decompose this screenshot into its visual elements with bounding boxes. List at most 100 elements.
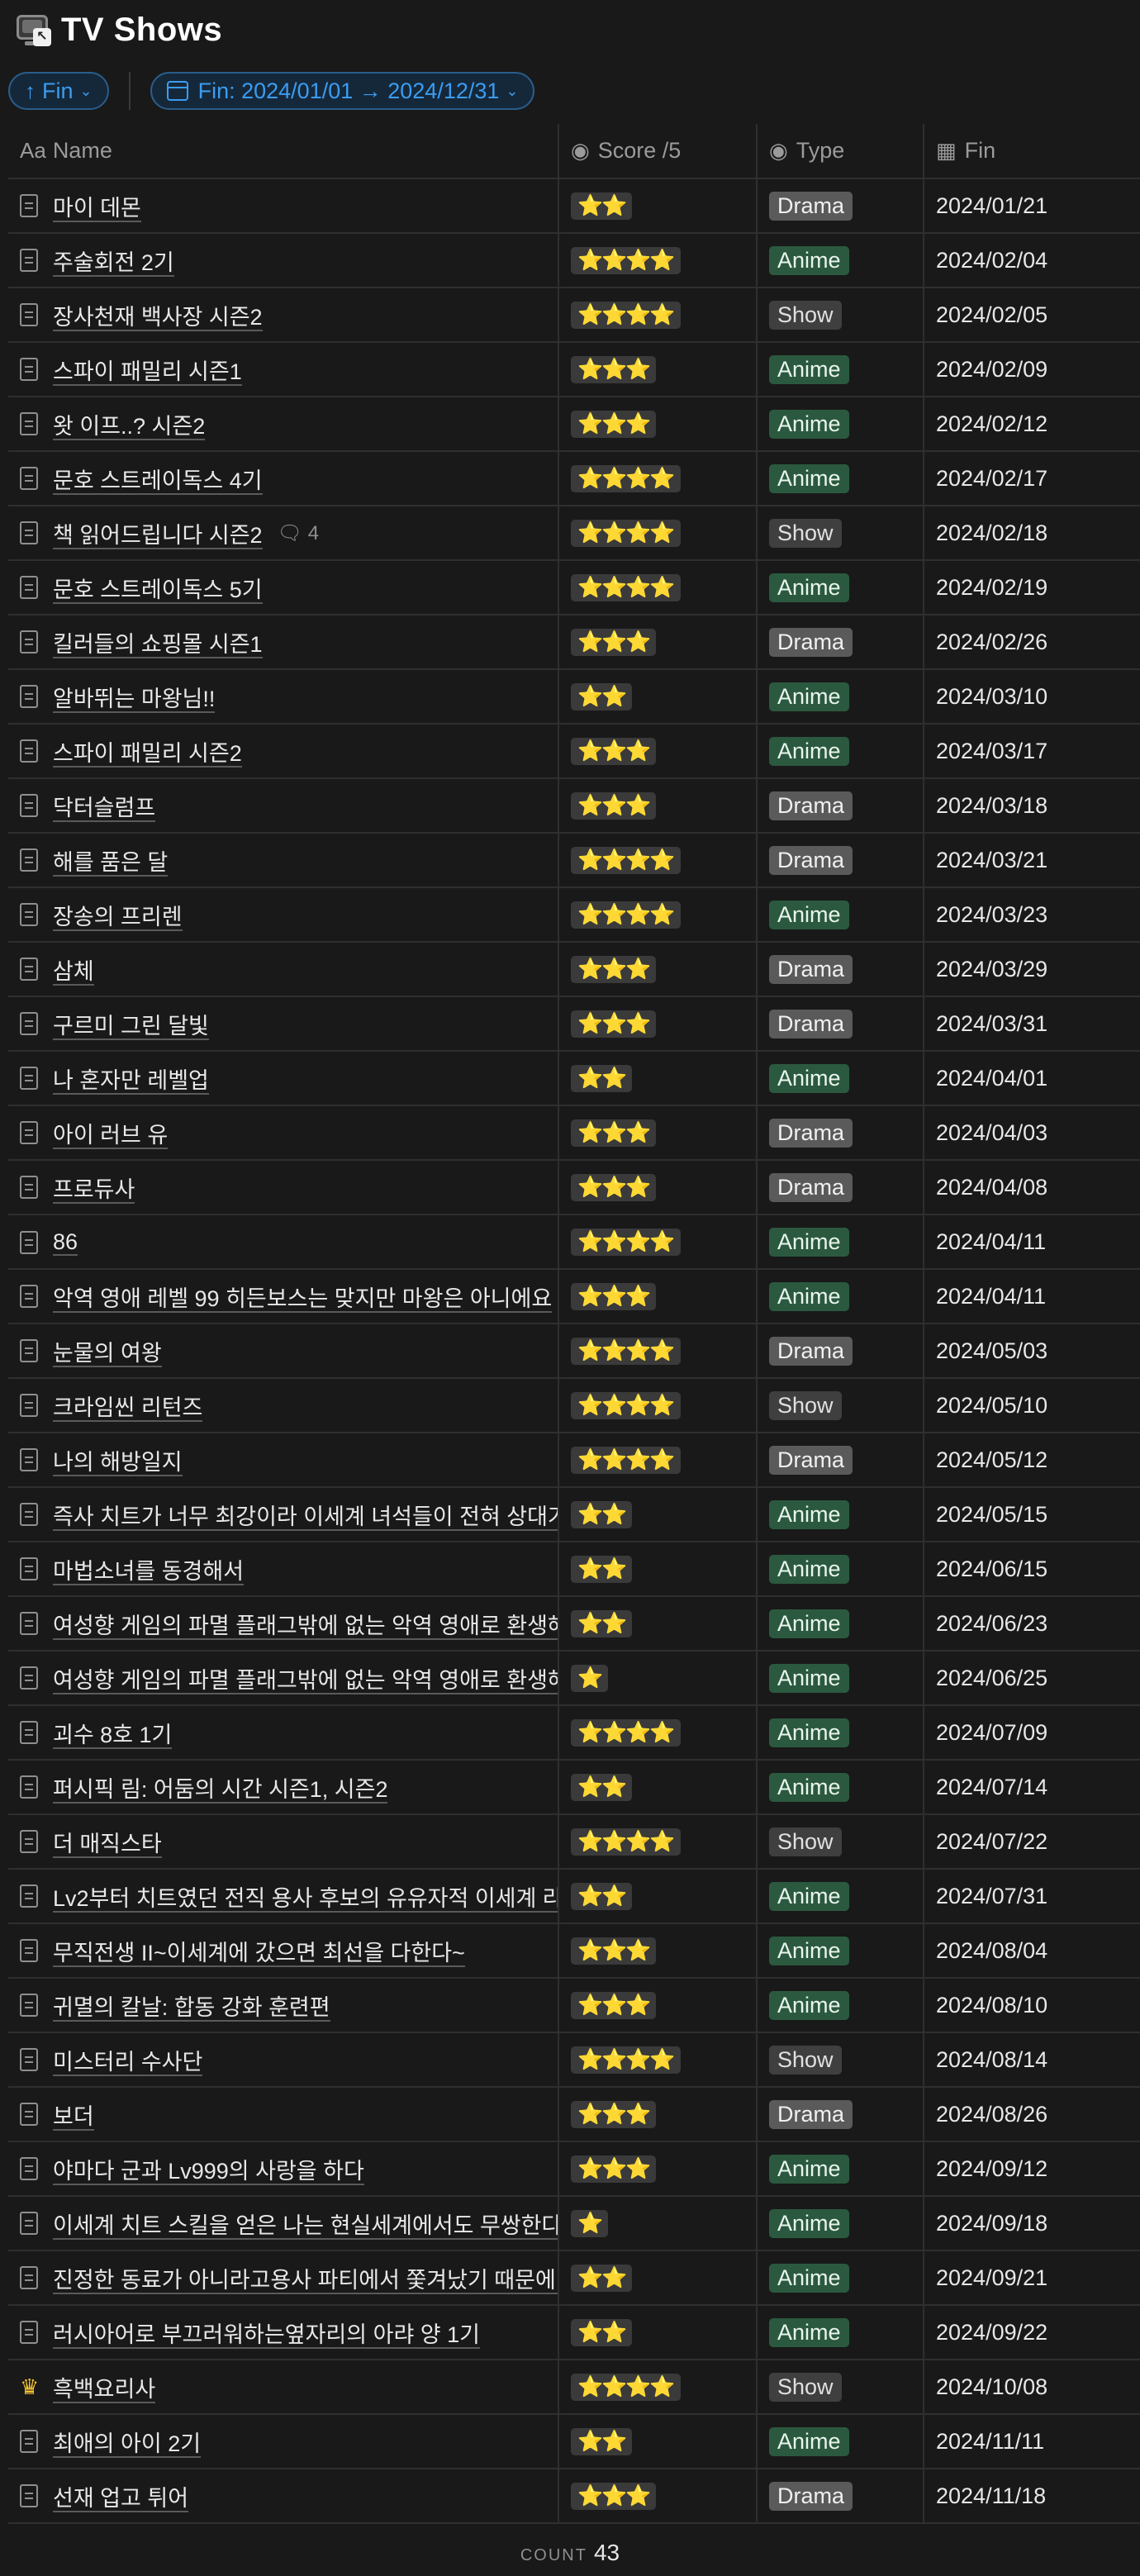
score-cell[interactable]: ⭐⭐⭐⭐ [558,2032,757,2088]
fin-date-cell[interactable]: 2024/06/23 [923,1596,1140,1652]
row-title[interactable]: 구르미 그린 달빛 [53,1013,209,1040]
score-cell[interactable]: ⭐⭐⭐⭐ [558,1433,757,1488]
fin-date-cell[interactable]: 2024/03/29 [923,942,1140,997]
row-title[interactable]: 보더 [53,2103,94,2131]
fin-date-cell[interactable]: 2024/11/18 [923,2469,1140,2524]
type-cell[interactable]: Anime [756,1923,924,1979]
fin-date-cell[interactable]: 2024/08/26 [923,2087,1140,2142]
table-row[interactable]: 해를 품은 달 ⭐⭐⭐⭐ Drama 2024/03/21 [8,833,1140,888]
score-cell[interactable]: ⭐⭐ [558,178,757,234]
score-cell[interactable]: ⭐⭐⭐⭐ [558,1214,757,1270]
type-cell[interactable]: Anime [756,1978,924,2033]
fin-date-cell[interactable]: 2024/07/22 [923,1814,1140,1870]
fin-date-cell[interactable]: 2024/09/18 [923,2196,1140,2251]
fin-date-cell[interactable]: 2024/07/14 [923,1760,1140,1815]
type-cell[interactable]: Drama [756,833,924,888]
table-row[interactable]: 크라임씬 리턴즈 ⭐⭐⭐⭐ Show 2024/05/10 [8,1378,1140,1433]
fin-date-cell[interactable]: 2024/03/31 [923,996,1140,1052]
table-row[interactable]: 여성향 게임의 파멸 플래그밖에 없는 악역 영애로 환생해 ⭐⭐ Anime 202… [8,1596,1140,1652]
name-cell[interactable]: 나 혼자만 레벨업 [8,1051,558,1106]
table-row[interactable]: 프로듀사 ⭐⭐⭐ Drama 2024/04/08 [8,1160,1140,1215]
table-row[interactable]: 나 혼자만 레벨업 ⭐⭐ Anime 2024/04/01 [8,1051,1140,1106]
row-title[interactable]: 삼체 [53,958,94,986]
score-cell[interactable]: ⭐⭐ [558,1596,757,1652]
table-row[interactable]: 즉사 치트가 너무 최강이라 이세계 녀석들이 전혀 상대가 ⭐⭐ Anime 202… [8,1487,1140,1542]
name-cell[interactable]: 최애의 아이 2기 [8,2414,558,2469]
row-title[interactable]: 최애의 아이 2기 [53,2431,202,2458]
table-row[interactable]: 스파이 패밀리 시즌2 ⭐⭐⭐ Anime 2024/03/17 [8,724,1140,779]
table-row[interactable]: 마법소녀를 동경해서 ⭐⭐ Anime 2024/06/15 [8,1542,1140,1597]
name-cell[interactable]: 즉사 치트가 너무 최강이라 이세계 녀석들이 전혀 상대가 [8,1487,558,1542]
column-header-type[interactable]: ◉ Type [756,124,924,179]
row-title[interactable]: 마이 데몬 [53,195,141,222]
table-row[interactable]: 악역 영애 레벨 99 히든보스는 맞지만 마왕은 아니에요 ⭐⭐⭐ Anime 20… [8,1269,1140,1324]
name-cell[interactable]: 나의 해방일지 [8,1433,558,1488]
row-title[interactable]: 괴수 8호 1기 [53,1722,173,1749]
name-cell[interactable]: 장송의 프리렌 [8,887,558,943]
row-title[interactable]: 여성향 게임의 파멸 플래그밖에 없는 악역 영애로 환생해 [53,1613,558,1640]
table-row[interactable]: 주술회전 2기 ⭐⭐⭐⭐ Anime 2024/02/04 [8,233,1140,288]
row-title[interactable]: 퍼시픽 림: 어둠의 시간 시즌1, 시즌2 [53,1776,388,1804]
name-cell[interactable]: 크라임씬 리턴즈 [8,1378,558,1433]
score-cell[interactable]: ⭐⭐⭐ [558,2469,757,2524]
name-cell[interactable]: 닥터슬럼프 [8,778,558,834]
type-cell[interactable]: Drama [756,1105,924,1161]
score-cell[interactable]: ⭐⭐⭐ [558,942,757,997]
table-row[interactable]: 퍼시픽 림: 어둠의 시간 시즌1, 시즌2 ⭐⭐ Anime 2024/07/14 [8,1760,1140,1815]
type-cell[interactable]: Anime [756,2196,924,2251]
name-cell[interactable]: 마이 데몬 [8,178,558,234]
fin-date-cell[interactable]: 2024/05/12 [923,1433,1140,1488]
table-row[interactable]: 닥터슬럼프 ⭐⭐⭐ Drama 2024/03/18 [8,778,1140,834]
type-cell[interactable]: Anime [756,342,924,397]
score-cell[interactable]: ⭐⭐⭐ [558,2087,757,2142]
name-cell[interactable]: 이세계 치트 스킬을 얻은 나는 현실세계에서도 무쌍한다 [8,2196,558,2251]
name-cell[interactable]: 스파이 패밀리 시즌2 [8,724,558,779]
type-cell[interactable]: Anime [756,669,924,725]
table-row[interactable]: ♛ 흑백요리사 ⭐⭐⭐⭐ Show 2024/10/08 [8,2360,1140,2415]
row-title[interactable]: 킬러들의 쇼핑몰 시즌1 [53,631,263,658]
score-cell[interactable]: ⭐⭐ [558,2250,757,2306]
fin-date-cell[interactable]: 2024/04/11 [923,1214,1140,1270]
table-row[interactable]: 이세계 치트 스킬을 얻은 나는 현실세계에서도 무쌍한다 ⭐ Anime 2024/… [8,2196,1140,2251]
score-cell[interactable]: ⭐⭐⭐ [558,1978,757,2033]
type-cell[interactable]: Anime [756,1596,924,1652]
row-title[interactable]: 야마다 군과 Lv999의 사랑을 하다 [53,2158,364,2185]
name-cell[interactable]: 눈물의 여왕 [8,1324,558,1379]
type-cell[interactable]: Drama [756,996,924,1052]
row-title[interactable]: 문호 스트레이독스 4기 [53,468,263,495]
type-cell[interactable]: Drama [756,2469,924,2524]
row-title[interactable]: 크라임씬 리턴즈 [53,1395,203,1422]
table-row[interactable]: 미스터리 수사단 ⭐⭐⭐⭐ Show 2024/08/14 [8,2032,1140,2088]
name-cell[interactable]: 마법소녀를 동경해서 [8,1542,558,1597]
name-cell[interactable]: 더 매직스타 [8,1814,558,1870]
score-cell[interactable]: ⭐⭐⭐ [558,1160,757,1215]
name-cell[interactable]: 퍼시픽 림: 어둠의 시간 시즌1, 시즌2 [8,1760,558,1815]
table-row[interactable]: 나의 해방일지 ⭐⭐⭐⭐ Drama 2024/05/12 [8,1433,1140,1488]
name-cell[interactable]: 86 [8,1214,558,1270]
row-title[interactable]: 스파이 패밀리 시즌2 [53,740,242,768]
type-cell[interactable]: Drama [756,178,924,234]
row-title[interactable]: 무직전생 II~이세계에 갔으면 최선을 다한다~ [53,1940,465,1967]
score-cell[interactable]: ⭐⭐⭐⭐ [558,1378,757,1433]
fin-date-cell[interactable]: 2024/04/01 [923,1051,1140,1106]
row-title[interactable]: 책 읽어드립니다 시즌2 [53,522,263,549]
name-cell[interactable]: 야마다 군과 Lv999의 사랑을 하다 [8,2141,558,2197]
table-row[interactable]: 귀멸의 칼날: 합동 강화 훈련편 ⭐⭐⭐ Anime 2024/08/10 [8,1978,1140,2033]
score-cell[interactable]: ⭐⭐⭐ [558,778,757,834]
score-cell[interactable]: ⭐⭐⭐⭐ [558,506,757,561]
name-cell[interactable]: 진정한 동료가 아니라고용사 파티에서 쫓겨났기 때문에, [8,2250,558,2306]
score-cell[interactable]: ⭐⭐⭐ [558,1269,757,1324]
table-row[interactable]: 킬러들의 쇼핑몰 시즌1 ⭐⭐⭐ Drama 2024/02/26 [8,615,1140,670]
score-cell[interactable]: ⭐⭐ [558,1051,757,1106]
fin-date-cell[interactable]: 2024/09/12 [923,2141,1140,2197]
score-cell[interactable]: ⭐⭐⭐⭐ [558,233,757,288]
row-title[interactable]: 더 매직스타 [53,1831,162,1858]
name-cell[interactable]: 해를 품은 달 [8,833,558,888]
column-header-fin[interactable]: ▦ Fin [923,124,1140,179]
score-cell[interactable]: ⭐⭐⭐ [558,2141,757,2197]
row-title[interactable]: 진정한 동료가 아니라고용사 파티에서 쫓겨났기 때문에, [53,2267,558,2294]
type-cell[interactable]: Anime [756,1869,924,1924]
fin-date-cell[interactable]: 2024/02/12 [923,397,1140,452]
name-cell[interactable]: 여성향 게임의 파멸 플래그밖에 없는 악역 영애로 환생해 [8,1596,558,1652]
row-title[interactable]: 나의 해방일지 [53,1449,183,1476]
